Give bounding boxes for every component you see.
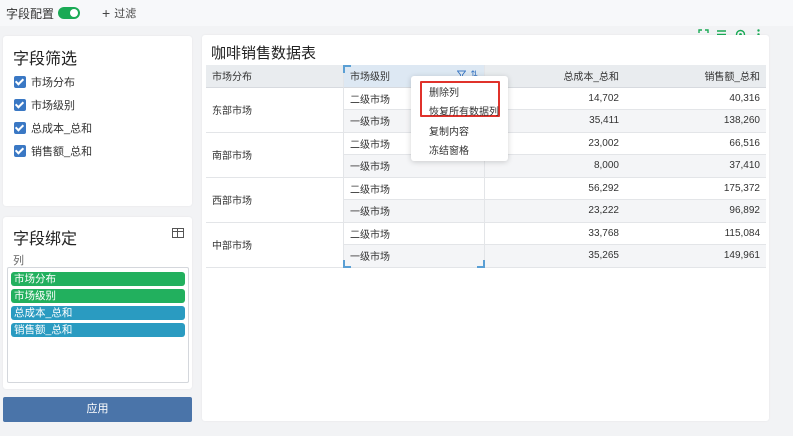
field-binding-panel: 字段绑定 列 市场分布 市场级别 总成本_总和 销售额_总和 xyxy=(3,217,192,389)
checkbox-checked-icon[interactable] xyxy=(14,98,26,111)
table-cell[interactable]: 66,516 xyxy=(625,133,766,155)
checkbox-checked-icon[interactable] xyxy=(14,144,26,157)
region-cell[interactable]: 南部市场 xyxy=(206,132,343,178)
table-cell[interactable]: 33,768 xyxy=(485,223,625,245)
filter-item-market-distribution[interactable]: 市场分布 xyxy=(14,70,92,93)
field-filter-title: 字段筛选 xyxy=(13,51,78,68)
table-cell[interactable]: 149,961 xyxy=(625,245,766,268)
region-cell[interactable]: 东部市场 xyxy=(206,87,343,133)
filter-item-market-level[interactable]: 市场级别 xyxy=(14,93,92,116)
table-cell[interactable]: 37,410 xyxy=(625,155,766,178)
filter-item-label: 总成本_总和 xyxy=(31,122,93,135)
column-header[interactable]: 市场分布 xyxy=(206,65,343,88)
apply-button[interactable]: 应用 xyxy=(3,397,192,422)
bound-field-chip[interactable]: 总成本_总和 xyxy=(11,306,185,320)
table-cell[interactable]: 40,316 xyxy=(625,88,766,110)
filter-item-label: 市场分布 xyxy=(31,76,75,89)
table-cell[interactable]: 35,265 xyxy=(485,245,625,268)
field-config-toggle[interactable] xyxy=(58,7,81,19)
menu-item-freeze-panes[interactable]: 冻结窗格 xyxy=(429,142,469,157)
selection-corner xyxy=(477,260,485,268)
plus-icon: + xyxy=(102,5,111,21)
table-cell[interactable]: 二级市场 xyxy=(343,177,485,200)
bound-field-chip[interactable]: 销售额_总和 xyxy=(11,323,185,337)
table-cell[interactable]: 175,372 xyxy=(625,178,766,200)
filter-item-label: 市场级别 xyxy=(31,99,75,112)
table-cell[interactable]: 二级市场 xyxy=(343,222,485,245)
column-header[interactable]: 销售额_总和 xyxy=(625,65,766,88)
field-filter-panel: 字段筛选 市场分布 市场级别 总成本_总和 销售额_总和 xyxy=(3,36,192,206)
checkbox-checked-icon[interactable] xyxy=(14,75,26,88)
table-cell[interactable]: 23,222 xyxy=(485,200,625,223)
table-cell[interactable]: 115,084 xyxy=(625,223,766,245)
table-icon[interactable] xyxy=(172,228,184,238)
filter-label: 过滤 xyxy=(114,8,137,20)
add-filter-button[interactable]: + 过滤 xyxy=(102,5,136,21)
menu-item-delete-column[interactable]: 删除列 xyxy=(429,84,459,99)
table-title: 咖啡销售数据表 xyxy=(211,45,317,62)
column-header-label: 市场级别 xyxy=(350,72,390,84)
column-binding-box[interactable]: 市场分布 市场级别 总成本_总和 销售额_总和 xyxy=(7,267,189,383)
column-label: 列 xyxy=(13,255,24,267)
menu-item-restore-all-columns[interactable]: 恢复所有数据列 xyxy=(429,103,499,118)
bound-field-chip[interactable]: 市场级别 xyxy=(11,289,185,303)
table-cell[interactable]: 一级市场 xyxy=(343,200,485,223)
region-cell[interactable]: 西部市场 xyxy=(206,177,343,223)
bound-field-chip[interactable]: 市场分布 xyxy=(11,272,185,286)
selection-corner xyxy=(343,65,351,73)
filter-item-total-sales[interactable]: 销售额_总和 xyxy=(14,139,92,162)
filter-item-total-cost[interactable]: 总成本_总和 xyxy=(14,116,92,139)
menu-item-copy-content[interactable]: 复制内容 xyxy=(429,123,469,138)
selection-corner xyxy=(343,260,351,268)
checkbox-checked-icon[interactable] xyxy=(14,121,26,134)
column-context-menu: 删除列 恢复所有数据列 复制内容 冻结窗格 xyxy=(411,76,508,161)
table-cell[interactable]: 56,292 xyxy=(485,178,625,200)
field-binding-title: 字段绑定 xyxy=(13,231,78,248)
region-cell[interactable]: 中部市场 xyxy=(206,222,343,268)
table-cell[interactable]: 96,892 xyxy=(625,200,766,223)
table-cell[interactable]: 一级市场 xyxy=(343,245,485,268)
table-cell[interactable]: 138,260 xyxy=(625,110,766,133)
field-config-label: 字段配置 xyxy=(6,6,55,21)
filter-item-label: 销售额_总和 xyxy=(31,145,93,158)
top-bar: 字段配置 + 过滤 xyxy=(0,0,793,26)
